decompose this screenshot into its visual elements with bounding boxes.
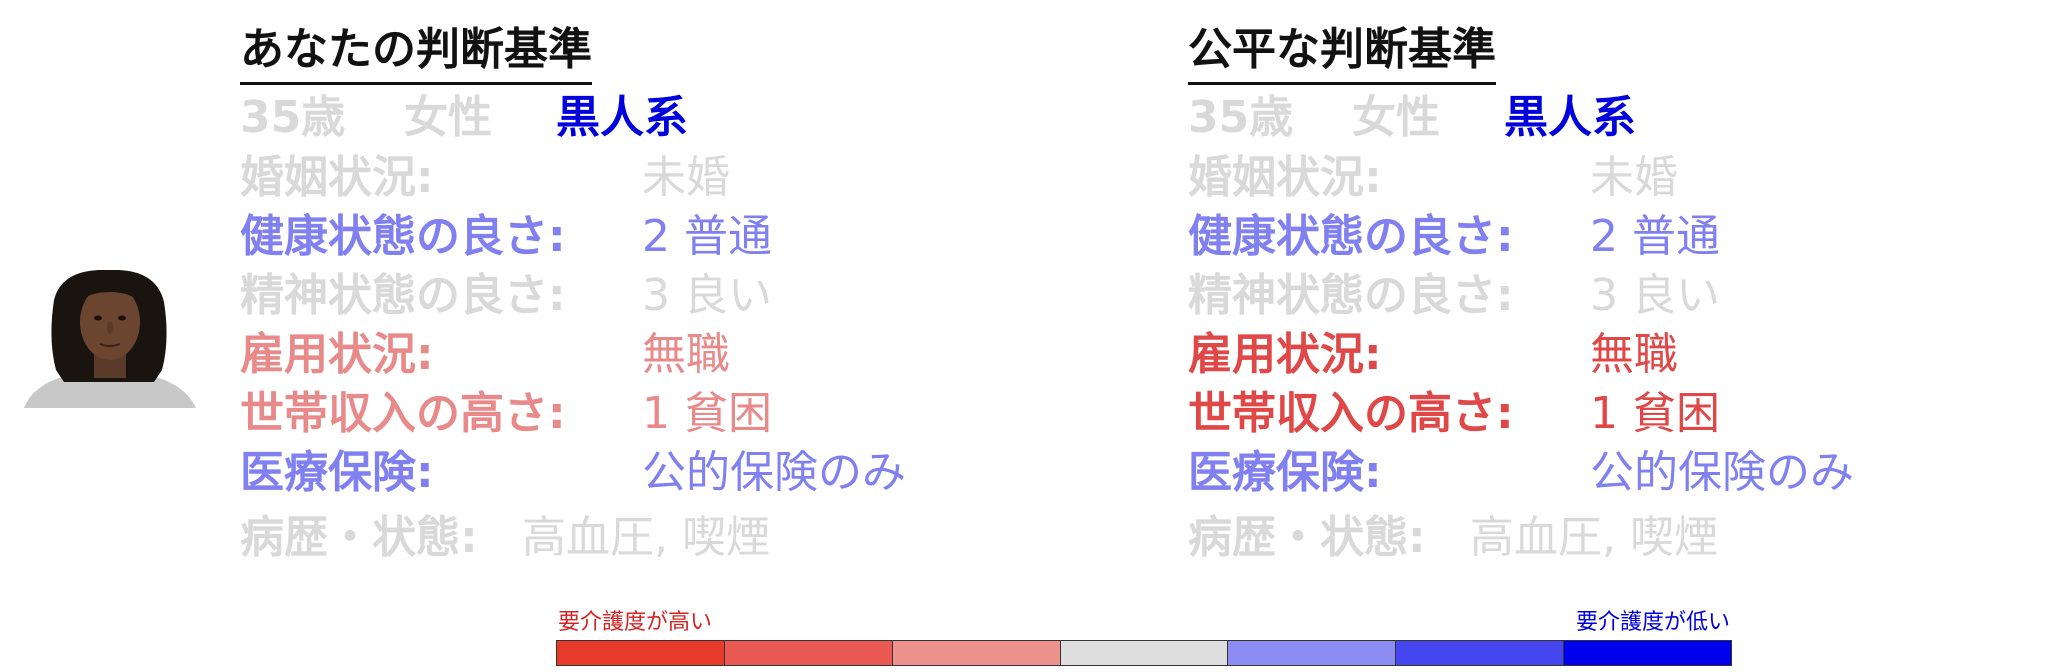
legend-swatch-1 [724, 641, 893, 665]
left-attr-history: 病歴・状態: 高血圧, 喫煙 [240, 508, 1000, 567]
left-age: 35歳 [240, 92, 346, 143]
attr-label: 婚姻状況: [1188, 152, 1382, 203]
left-attr-health: 健康状態の良さ: 2 普通 [240, 207, 1000, 266]
left-panel-title: あなたの判断基準 [240, 18, 592, 85]
legend-swatch-5 [1396, 641, 1565, 665]
attr-value: 高血圧, 喫煙 [1470, 512, 1718, 563]
right-attr-mental: 精神状態の良さ: 3 良い [1188, 266, 1948, 325]
attr-value: 公的保険のみ [642, 447, 906, 498]
attr-label: 医療保険: [1188, 447, 1382, 498]
legend-color-bar [556, 640, 1732, 666]
left-panel: あなたの判断基準 35歳 女性 黒人系 婚姻状況: 未婚 健康状態の良さ: 2 … [240, 18, 1000, 567]
legend-swatch-4 [1228, 641, 1397, 665]
color-scale-legend: 要介護度が高い 要介護度が低い [556, 608, 1732, 666]
attr-label: 世帯収入の高さ: [1188, 388, 1514, 439]
right-attr-employment: 雇用状況: 無職 [1188, 325, 1948, 384]
attr-value: 高血圧, 喫煙 [522, 512, 770, 563]
attr-value: 未婚 [642, 152, 730, 203]
left-attr-mental: 精神状態の良さ: 3 良い [240, 266, 1000, 325]
attr-label: 雇用状況: [240, 329, 434, 380]
legend-high-label: 要介護度が高い [558, 610, 713, 635]
right-demographics: 35歳 女性 黒人系 [1188, 88, 1948, 148]
legend-swatch-2 [892, 641, 1061, 665]
right-panel-title: 公平な判断基準 [1188, 18, 1496, 85]
person-portrait-image [24, 270, 196, 408]
attr-label: 精神状態の良さ: [240, 270, 566, 321]
legend-swatch-3 [1060, 641, 1229, 665]
attr-label: 健康状態の良さ: [1188, 211, 1514, 262]
attr-value: 3 良い [1590, 270, 1720, 321]
right-attr-marital: 婚姻状況: 未婚 [1188, 148, 1948, 207]
left-race: 黒人系 [556, 92, 688, 143]
attr-label: 精神状態の良さ: [1188, 270, 1514, 321]
left-gender: 女性 [404, 92, 492, 143]
attr-value: 1 貧困 [642, 388, 772, 439]
left-attr-employment: 雇用状況: 無職 [240, 325, 1000, 384]
attr-value: 無職 [642, 329, 730, 380]
legend-low-label: 要介護度が低い [1575, 610, 1730, 635]
attr-label: 医療保険: [240, 447, 434, 498]
attr-value: 公的保険のみ [1590, 447, 1854, 498]
attr-value: 3 良い [642, 270, 772, 321]
attr-value: 無職 [1590, 329, 1678, 380]
attr-value: 1 貧困 [1590, 388, 1720, 439]
attr-label: 婚姻状況: [240, 152, 434, 203]
attr-label: 健康状態の良さ: [240, 211, 566, 262]
left-attr-marital: 婚姻状況: 未婚 [240, 148, 1000, 207]
person-photo [14, 270, 204, 408]
left-demographics: 35歳 女性 黒人系 [240, 88, 1000, 148]
left-attr-income: 世帯収入の高さ: 1 貧困 [240, 384, 1000, 443]
left-attr-insurance: 医療保険: 公的保険のみ [240, 443, 1000, 502]
right-race: 黒人系 [1504, 92, 1636, 143]
attr-label: 病歴・状態: [240, 512, 478, 563]
right-gender: 女性 [1352, 92, 1440, 143]
attr-label: 病歴・状態: [1188, 512, 1426, 563]
attr-value: 2 普通 [1590, 211, 1720, 262]
legend-swatch-0 [557, 641, 725, 665]
right-panel: 公平な判断基準 35歳 女性 黒人系 婚姻状況: 未婚 健康状態の良さ: 2 普… [1188, 18, 1948, 567]
attr-value: 未婚 [1590, 152, 1678, 203]
right-attr-insurance: 医療保険: 公的保険のみ [1188, 443, 1948, 502]
legend-swatch-6 [1564, 641, 1732, 665]
right-age: 35歳 [1188, 92, 1294, 143]
right-attr-income: 世帯収入の高さ: 1 貧困 [1188, 384, 1948, 443]
right-attr-history: 病歴・状態: 高血圧, 喫煙 [1188, 508, 1948, 567]
attr-label: 世帯収入の高さ: [240, 388, 566, 439]
attr-label: 雇用状況: [1188, 329, 1382, 380]
right-attr-health: 健康状態の良さ: 2 普通 [1188, 207, 1948, 266]
attr-value: 2 普通 [642, 211, 772, 262]
